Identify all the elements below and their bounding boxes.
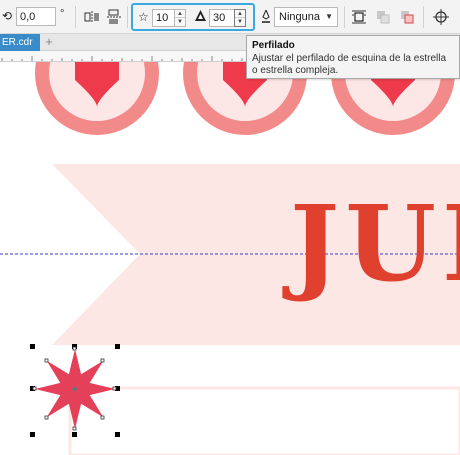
star-points-spinner[interactable]: ▲ ▼ xyxy=(174,9,186,27)
circle-badge[interactable] xyxy=(35,62,159,135)
degree-symbol: ° xyxy=(60,8,65,20)
to-front-icon[interactable] xyxy=(373,7,393,27)
spin-down-icon[interactable]: ▼ xyxy=(175,18,185,26)
tooltip-body: Ajustar el perfilado de esquina de la es… xyxy=(252,53,447,76)
crosshair-icon[interactable] xyxy=(431,7,451,27)
document-tab[interactable]: ER.cdr xyxy=(0,34,40,51)
separator xyxy=(127,6,128,28)
spin-down-icon[interactable]: ▼ xyxy=(235,18,245,26)
star-icon: ☆ xyxy=(138,10,149,24)
tooltip: Perfilado Ajustar el perfilado de esquin… xyxy=(246,35,460,79)
add-tab-button[interactable]: + xyxy=(42,35,56,49)
sharpness-icon xyxy=(195,10,206,24)
drawing-canvas[interactable]: JUI xyxy=(0,62,460,455)
separator xyxy=(344,6,345,28)
star-sharpness-spinner[interactable]: ▲ ▼ xyxy=(234,9,246,27)
banner-lettering[interactable]: JUI xyxy=(290,192,460,296)
spin-up-icon[interactable]: ▲ xyxy=(235,10,245,18)
tooltip-title: Perfilado xyxy=(252,40,295,51)
chevron-down-icon: ▼ xyxy=(325,12,333,21)
star-sharpness-input[interactable]: 30 xyxy=(209,9,235,27)
mirror-horizontal-icon[interactable] xyxy=(82,7,102,27)
star-properties-group: ☆ 10 ▲ ▼ 30 ▲ ▼ xyxy=(131,3,255,31)
spin-up-icon[interactable]: ▲ xyxy=(175,10,185,18)
content-panel[interactable] xyxy=(68,386,460,455)
pen-outline-icon xyxy=(261,10,271,23)
outline-width-dropdown[interactable]: Ninguna ▼ xyxy=(274,7,338,27)
star-points-input[interactable]: 10 xyxy=(152,9,176,27)
mirror-vertical-icon[interactable] xyxy=(104,7,124,27)
text-wrap-icon[interactable] xyxy=(349,7,369,27)
to-back-icon[interactable] xyxy=(397,7,417,27)
separator xyxy=(75,6,76,28)
rotation-input[interactable]: 0,0 xyxy=(16,7,56,26)
property-bar: ⟲ 0,0 ° ☆ 10 ▲ ▼ 30 ▲ ▼ Ninguna ▼ xyxy=(0,0,460,34)
separator xyxy=(423,6,424,28)
outline-width-value: Ninguna xyxy=(279,11,320,23)
rotate-icon: ⟲ xyxy=(2,9,13,23)
